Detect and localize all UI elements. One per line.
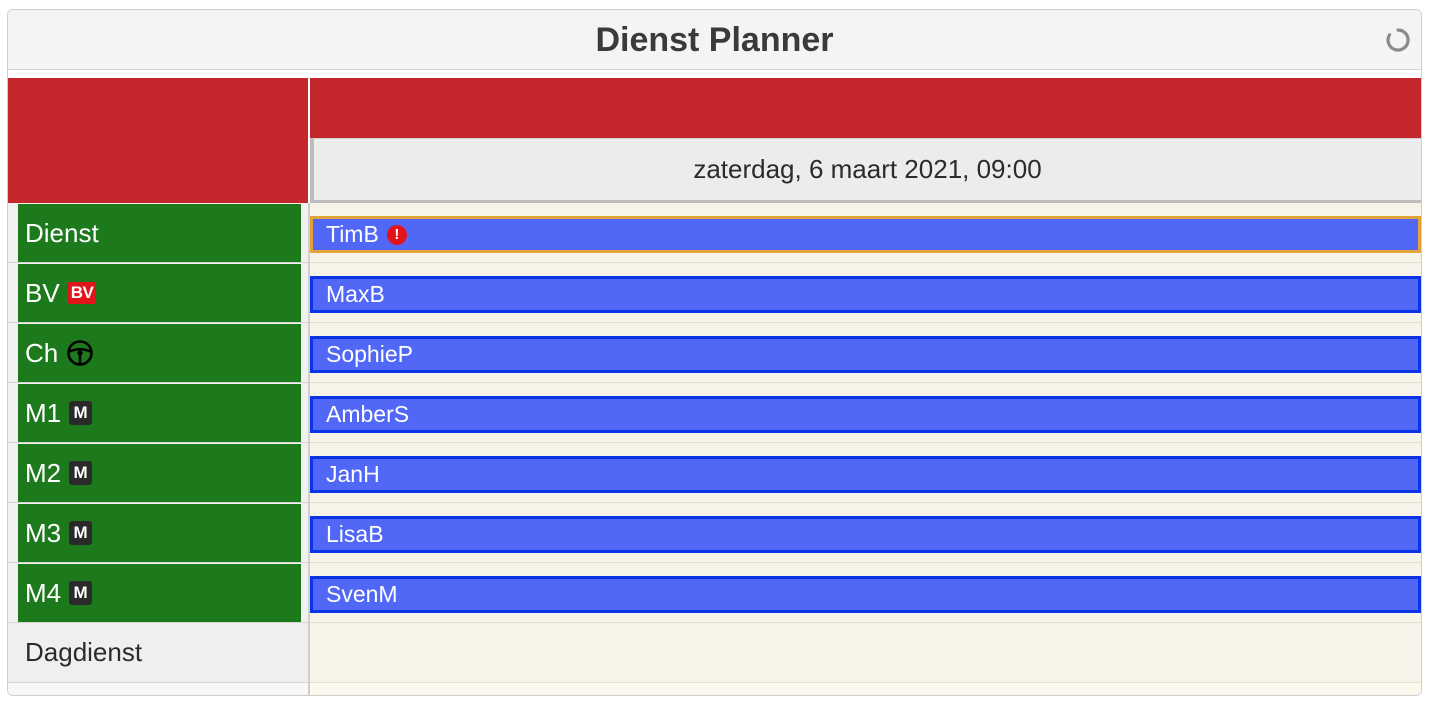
shift-name: AmberS [326, 401, 410, 427]
row-label-text: M4 [25, 577, 62, 608]
shift-bar[interactable]: AmberS [310, 396, 1421, 433]
header-band [310, 78, 1421, 138]
shift-bar[interactable]: TimB ! [310, 216, 1421, 253]
row-label-text: M1 [25, 397, 62, 428]
steering-wheel-icon [67, 340, 94, 366]
refresh-icon[interactable] [1385, 27, 1411, 53]
page-title: Dienst Planner [595, 21, 834, 59]
row-label-text: M3 [25, 517, 62, 548]
header-corner [8, 78, 308, 203]
shift-name: TimB [326, 221, 379, 247]
column-divider [308, 203, 310, 695]
shift-bar[interactable]: SophieP [310, 336, 1421, 373]
shift-bar[interactable]: MaxB [310, 276, 1421, 313]
row-label-text: Dagdienst [25, 637, 143, 667]
m-badge-icon: M [69, 521, 93, 545]
shift-name: SophieP [326, 341, 413, 367]
shift-name: SvenM [326, 581, 398, 607]
row-label-text: Ch [25, 337, 59, 368]
shift-bar[interactable]: JanH [310, 456, 1421, 493]
row-label-dienst: Dienst [18, 204, 301, 262]
title-bar: Dienst Planner [8, 10, 1421, 70]
shift-name: LisaB [326, 521, 384, 547]
row-label-text: BV [25, 277, 60, 308]
shift-bar[interactable]: SvenM [310, 576, 1421, 613]
row-label-m4: M4 M [18, 564, 301, 622]
row-label-text: Dienst [25, 217, 99, 248]
m-badge-icon: M [69, 581, 93, 605]
bottom-left-strip [8, 683, 308, 695]
shift-bar[interactable]: LisaB [310, 516, 1421, 553]
m-badge-icon: M [69, 401, 93, 425]
row-label-bv: BV BV [18, 264, 301, 322]
row-label-m3: M3 M [18, 504, 301, 562]
alert-icon: ! [386, 224, 407, 245]
row-label-dagdienst: Dagdienst [8, 623, 308, 683]
m-badge-icon: M [69, 461, 93, 485]
bv-badge-icon: BV [67, 282, 97, 304]
row-label-m2: M2 M [18, 444, 301, 502]
row-label-ch: Ch [18, 324, 301, 382]
shift-name: JanH [326, 461, 380, 487]
shift-name: MaxB [326, 281, 385, 307]
date-header: zaterdag, 6 maart 2021, 09:00 [310, 138, 1421, 203]
row-label-m1: M1 M [18, 384, 301, 442]
dagdienst-cell[interactable] [310, 623, 1421, 683]
row-label-text: M2 [25, 457, 62, 488]
bottom-right-strip [310, 683, 1421, 695]
planner-panel: Dienst Planner zaterdag, 6 maart 2021, 0… [7, 9, 1422, 696]
